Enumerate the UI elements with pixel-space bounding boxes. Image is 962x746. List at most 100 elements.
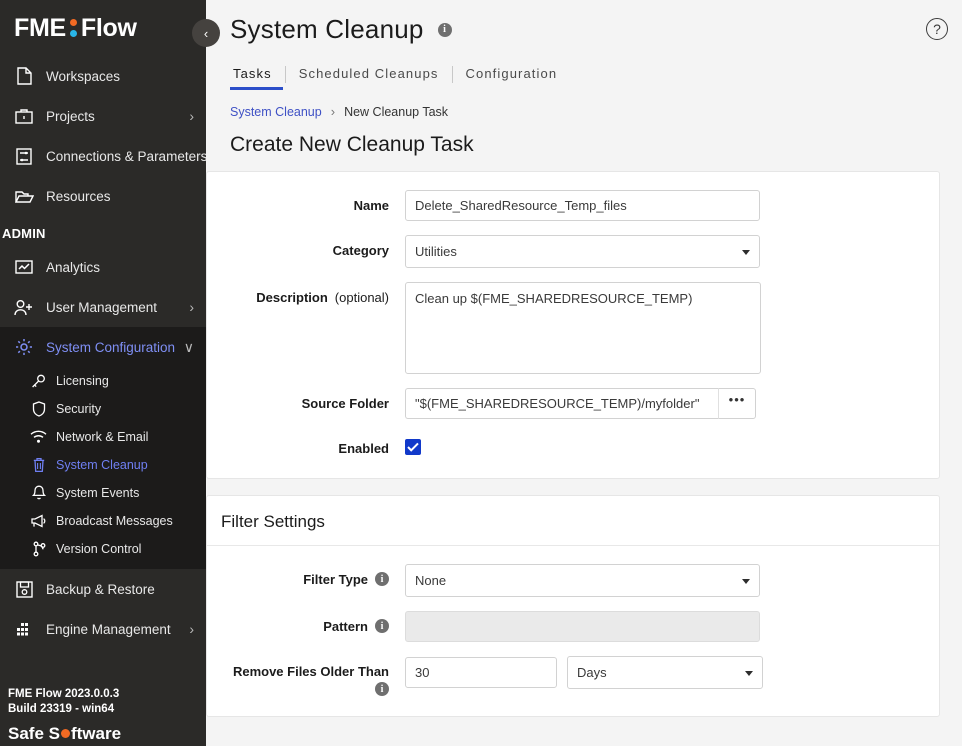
sidebar-item-label: Resources (46, 188, 111, 204)
chevron-down-icon: ∨ (183, 339, 194, 355)
remove-older-than-control: Days (405, 656, 763, 689)
remove-older-than-units-select[interactable]: Days (567, 656, 763, 689)
build-text: Build 23319 - win64 (8, 703, 115, 715)
sidebar-item-label: Connections & Parameters (46, 148, 206, 164)
sidebar-item-label: Workspaces (46, 68, 121, 84)
sidebar-item-broadcast-messages[interactable]: Broadcast Messages (0, 507, 206, 535)
filter-type-select[interactable]: None (405, 564, 760, 597)
page-title-info-icon[interactable]: i (437, 22, 452, 37)
safe-software-logo: Safe S ftware (8, 725, 206, 742)
filter-type-control: None (405, 564, 760, 597)
sidebar-item-label: Network & Email (56, 430, 149, 444)
briefcase-icon (14, 106, 34, 126)
version-text: FME Flow 2023.0.0.3 (8, 688, 120, 700)
engine-grid-icon (14, 619, 34, 639)
chevron-right-icon: › (189, 108, 194, 124)
analytics-icon (14, 257, 34, 277)
sidebar-collapse-toggle[interactable]: ‹ (192, 19, 220, 47)
form-row-remove-older-than: Remove Files Older Than i Days (207, 656, 939, 696)
description-label: Description (optional) (207, 282, 405, 305)
system-configuration-submenu: Licensing Security Network & Email Syste… (0, 367, 206, 569)
fme-flow-logo[interactable]: FME Flow (0, 0, 206, 56)
breadcrumb: System Cleanup › New Cleanup Task (230, 104, 962, 119)
sidebar-item-label: Backup & Restore (46, 581, 155, 597)
remove-older-than-info-icon[interactable]: i (375, 682, 389, 696)
safe-software-text-2: ftware (70, 724, 122, 743)
units-select-value: Days (577, 665, 607, 680)
form-row-pattern: Pattern i (207, 611, 939, 642)
sidebar-section-admin: ADMIN (2, 226, 46, 241)
sidebar-item-version-control[interactable]: Version Control (0, 535, 206, 563)
enabled-checkbox[interactable] (405, 439, 421, 455)
logo-dot-orange (69, 18, 77, 26)
sidebar-item-system-configuration[interactable]: System Configuration ∨ (0, 327, 206, 367)
shield-icon (30, 399, 47, 419)
filter-settings-card: Filter Settings Filter Type i None Patte… (206, 495, 940, 717)
pattern-label-text: Pattern (323, 619, 368, 634)
sidebar-item-projects[interactable]: Projects › (0, 96, 206, 136)
bell-icon (30, 483, 47, 503)
cleanup-task-form-card: Name Category Utilities (206, 171, 940, 479)
name-input[interactable] (405, 190, 760, 221)
application-root: FME Flow Workspaces Projects › Connectio… (0, 0, 962, 746)
tab-tasks[interactable]: Tasks (230, 63, 283, 90)
filter-type-label: Filter Type i (207, 564, 405, 587)
main-sidebar: FME Flow Workspaces Projects › Connectio… (0, 0, 206, 746)
breadcrumb-link-system-cleanup[interactable]: System Cleanup (230, 105, 322, 119)
connections-icon (14, 146, 34, 166)
category-select[interactable]: Utilities (405, 235, 760, 268)
form-row-category: Category Utilities (207, 235, 939, 268)
category-label: Category (207, 235, 405, 258)
form-row-source-folder: Source Folder ••• (207, 388, 939, 419)
sidebar-item-backup-restore[interactable]: Backup & Restore (0, 569, 206, 609)
pattern-label: Pattern i (207, 611, 405, 634)
chevron-down-icon (742, 578, 750, 584)
name-label-text: Name (353, 198, 389, 213)
logo-colon-dots (69, 18, 77, 38)
source-folder-control: ••• (405, 388, 756, 419)
chevron-down-icon (745, 670, 753, 676)
tab-divider (451, 66, 453, 83)
sidebar-item-label: Licensing (56, 374, 109, 388)
filter-type-info-icon[interactable]: i (375, 572, 389, 586)
breadcrumb-separator-icon: › (330, 104, 336, 119)
tab-configuration[interactable]: Configuration (455, 63, 569, 90)
filter-type-label-text: Filter Type (303, 572, 368, 587)
sidebar-item-label: User Management (46, 299, 158, 315)
sidebar-item-security[interactable]: Security (0, 395, 206, 423)
pattern-input[interactable] (405, 611, 760, 642)
chevron-right-icon: › (189, 299, 194, 315)
sidebar-item-analytics[interactable]: Analytics (0, 247, 206, 287)
sidebar-item-engine-management[interactable]: Engine Management › (0, 609, 206, 649)
description-label-optional: (optional) (334, 290, 389, 305)
form-row-enabled: Enabled (207, 433, 939, 456)
pattern-info-icon[interactable]: i (375, 619, 389, 633)
source-folder-browse-button[interactable]: ••• (718, 388, 756, 419)
sidebar-item-system-cleanup[interactable]: System Cleanup (0, 451, 206, 479)
remove-older-than-count-input[interactable] (405, 657, 557, 688)
main-content: ? System Cleanup i Tasks Scheduled Clean… (206, 0, 962, 746)
wifi-icon (30, 427, 47, 447)
remove-older-than-label-text: Remove Files Older Than (232, 664, 389, 679)
sidebar-item-label: System Events (56, 486, 140, 500)
enabled-label-text: Enabled (338, 441, 389, 456)
sidebar-item-label: System Cleanup (56, 458, 148, 472)
sidebar-item-user-management[interactable]: User Management › (0, 287, 206, 327)
sidebar-item-system-events[interactable]: System Events (0, 479, 206, 507)
breadcrumb-current: New Cleanup Task (344, 104, 449, 119)
sidebar-item-workspaces[interactable]: Workspaces (0, 56, 206, 96)
source-folder-input[interactable] (405, 388, 718, 419)
description-textarea[interactable]: Clean up $(FME_SHAREDRESOURCE_TEMP) (405, 282, 761, 374)
sidebar-item-network-email[interactable]: Network & Email (0, 423, 206, 451)
page-title: System Cleanup (230, 14, 424, 44)
sidebar-item-licensing[interactable]: Licensing (0, 367, 206, 395)
sidebar-item-resources[interactable]: Resources (0, 176, 206, 216)
document-icon (14, 66, 34, 86)
tab-divider (284, 66, 286, 83)
sidebar-item-connections-parameters[interactable]: Connections & Parameters › (0, 136, 206, 176)
pattern-control (405, 611, 760, 642)
help-icon[interactable]: ? (926, 18, 948, 40)
safe-software-dot (60, 729, 70, 738)
tab-scheduled-cleanups[interactable]: Scheduled Cleanups (288, 63, 450, 90)
page-header: System Cleanup i Tasks Scheduled Cleanup… (206, 0, 962, 157)
